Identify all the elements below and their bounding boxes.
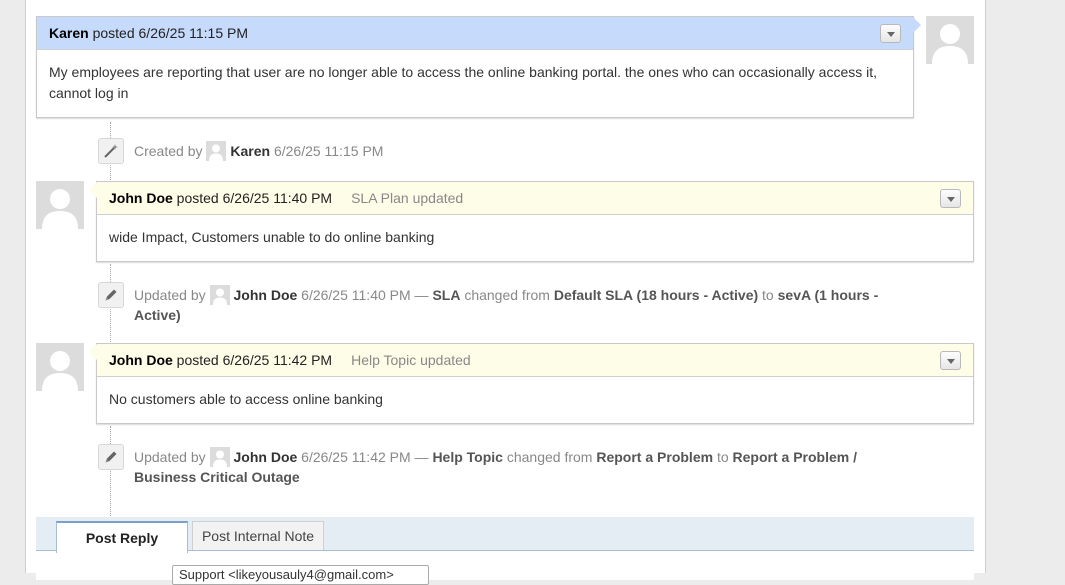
post-author: John Doe [109,352,173,368]
event-action: Created by [134,143,203,159]
entry-options-dropdown[interactable] [940,189,961,208]
thread-entry-header: John Doe posted 6/26/25 11:40 PM SLA Pla… [89,182,973,215]
thread-entry-header: Karen posted 6/26/25 11:15 PM [37,17,921,50]
post-body: No customers able to access online banki… [109,391,383,407]
post-timestamp: 6/26/25 11:15 PM [138,25,248,41]
event-field: SLA [432,287,461,303]
event-action: Updated by [134,287,206,303]
tab-post-reply[interactable]: Post Reply [56,521,188,553]
event-to-word: to [762,287,774,303]
thread-entry-header: John Doe posted 6/26/25 11:42 PM Help To… [89,344,973,377]
reply-tabs-bar: Post Reply Post Internal Note Support <l… [36,517,974,585]
avatar [926,16,974,64]
reply-form: Support <likeyousauly4@gmail.com> [36,550,974,585]
posted-label: posted [176,352,219,368]
avatar [209,285,230,305]
speech-tip [913,17,921,33]
event-changed-from: changed from [506,449,593,465]
event-timestamp: 6/26/25 11:15 PM [273,143,384,159]
posted-label: posted [92,25,135,41]
event-from-value: Report a Problem [596,449,714,465]
posted-label: posted [176,190,219,206]
event-to-word: to [716,449,729,465]
speech-tip [89,182,97,198]
post-subtitle: Help Topic updated [351,352,471,368]
post-subtitle: SLA Plan updated [351,190,464,206]
event-field: Help Topic [432,449,503,465]
event-timestamp: 6/26/25 11:42 PM [301,449,411,465]
from-select[interactable]: Support <likeyousauly4@gmail.com> [172,565,429,585]
speech-tip [89,344,97,360]
event-action: Updated by [134,449,206,465]
event-timestamp: 6/26/25 11:40 PM [301,287,411,303]
event-from-value: Default SLA (18 hours - Active) [553,287,759,303]
avatar [36,181,84,229]
magic-wand-icon [98,138,124,164]
avatar [209,447,230,467]
post-body: My employees are reporting that user are… [49,64,878,101]
pencil-icon [98,444,124,470]
entry-options-dropdown[interactable] [880,24,901,43]
post-timestamp: 6/26/25 11:40 PM [222,190,333,206]
timeline-line [110,426,111,518]
thread-entry-response: John Doe posted 6/26/25 11:42 PM Help To… [89,343,974,424]
avatar [36,343,84,391]
event-user[interactable]: Karen [230,143,270,159]
thread-entry-response: John Doe posted 6/26/25 11:40 PM SLA Pla… [89,181,974,262]
event-user[interactable]: John Doe [234,287,298,303]
entry-options-dropdown[interactable] [940,351,961,370]
event-user[interactable]: John Doe [234,449,298,465]
post-author: John Doe [109,190,173,206]
event-dash: — [414,287,429,303]
pencil-icon [98,282,124,308]
event-changed-from: changed from [464,287,550,303]
tab-post-internal-note[interactable]: Post Internal Note [192,521,324,551]
post-author: Karen [49,25,89,41]
post-timestamp: 6/26/25 11:42 PM [222,352,333,368]
thread-entry-message: Karen posted 6/26/25 11:15 PM My employe… [36,16,921,118]
post-body: wide Impact, Customers unable to do onli… [109,229,435,245]
event-dash: — [414,449,429,465]
avatar [206,141,227,161]
